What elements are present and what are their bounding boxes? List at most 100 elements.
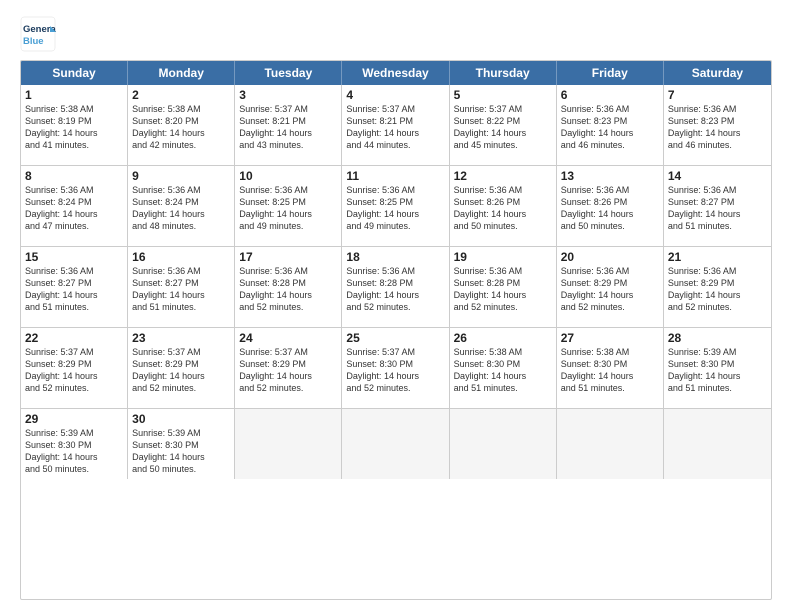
header: General Blue <box>20 16 772 52</box>
header-day-saturday: Saturday <box>664 61 771 85</box>
calendar-cell: 15Sunrise: 5:36 AM Sunset: 8:27 PM Dayli… <box>21 247 128 327</box>
day-number: 10 <box>239 169 337 183</box>
calendar-cell: 28Sunrise: 5:39 AM Sunset: 8:30 PM Dayli… <box>664 328 771 408</box>
calendar-cell: 11Sunrise: 5:36 AM Sunset: 8:25 PM Dayli… <box>342 166 449 246</box>
day-number: 18 <box>346 250 444 264</box>
calendar-cell: 13Sunrise: 5:36 AM Sunset: 8:26 PM Dayli… <box>557 166 664 246</box>
day-info: Sunrise: 5:37 AM Sunset: 8:21 PM Dayligh… <box>239 103 337 152</box>
calendar-cell: 21Sunrise: 5:36 AM Sunset: 8:29 PM Dayli… <box>664 247 771 327</box>
day-info: Sunrise: 5:38 AM Sunset: 8:20 PM Dayligh… <box>132 103 230 152</box>
day-info: Sunrise: 5:36 AM Sunset: 8:23 PM Dayligh… <box>668 103 767 152</box>
day-info: Sunrise: 5:36 AM Sunset: 8:24 PM Dayligh… <box>132 184 230 233</box>
day-number: 3 <box>239 88 337 102</box>
day-info: Sunrise: 5:36 AM Sunset: 8:27 PM Dayligh… <box>132 265 230 314</box>
day-number: 15 <box>25 250 123 264</box>
day-info: Sunrise: 5:37 AM Sunset: 8:21 PM Dayligh… <box>346 103 444 152</box>
day-number: 13 <box>561 169 659 183</box>
calendar-row-1: 1Sunrise: 5:38 AM Sunset: 8:19 PM Daylig… <box>21 85 771 166</box>
calendar-cell: 3Sunrise: 5:37 AM Sunset: 8:21 PM Daylig… <box>235 85 342 165</box>
day-info: Sunrise: 5:36 AM Sunset: 8:28 PM Dayligh… <box>454 265 552 314</box>
calendar-cell: 19Sunrise: 5:36 AM Sunset: 8:28 PM Dayli… <box>450 247 557 327</box>
calendar-cell: 27Sunrise: 5:38 AM Sunset: 8:30 PM Dayli… <box>557 328 664 408</box>
day-info: Sunrise: 5:38 AM Sunset: 8:30 PM Dayligh… <box>454 346 552 395</box>
day-info: Sunrise: 5:37 AM Sunset: 8:22 PM Dayligh… <box>454 103 552 152</box>
day-info: Sunrise: 5:37 AM Sunset: 8:29 PM Dayligh… <box>25 346 123 395</box>
day-number: 20 <box>561 250 659 264</box>
calendar-cell <box>235 409 342 479</box>
calendar-cell: 30Sunrise: 5:39 AM Sunset: 8:30 PM Dayli… <box>128 409 235 479</box>
header-day-sunday: Sunday <box>21 61 128 85</box>
calendar-cell: 9Sunrise: 5:36 AM Sunset: 8:24 PM Daylig… <box>128 166 235 246</box>
calendar-header: SundayMondayTuesdayWednesdayThursdayFrid… <box>21 61 771 85</box>
day-info: Sunrise: 5:39 AM Sunset: 8:30 PM Dayligh… <box>25 427 123 476</box>
day-number: 17 <box>239 250 337 264</box>
calendar-cell: 14Sunrise: 5:36 AM Sunset: 8:27 PM Dayli… <box>664 166 771 246</box>
logo: General Blue <box>20 16 56 52</box>
calendar-cell: 5Sunrise: 5:37 AM Sunset: 8:22 PM Daylig… <box>450 85 557 165</box>
day-number: 29 <box>25 412 123 426</box>
day-number: 24 <box>239 331 337 345</box>
header-day-monday: Monday <box>128 61 235 85</box>
day-info: Sunrise: 5:37 AM Sunset: 8:29 PM Dayligh… <box>132 346 230 395</box>
day-info: Sunrise: 5:36 AM Sunset: 8:27 PM Dayligh… <box>668 184 767 233</box>
day-info: Sunrise: 5:36 AM Sunset: 8:29 PM Dayligh… <box>668 265 767 314</box>
calendar-cell: 20Sunrise: 5:36 AM Sunset: 8:29 PM Dayli… <box>557 247 664 327</box>
day-number: 16 <box>132 250 230 264</box>
day-number: 12 <box>454 169 552 183</box>
day-info: Sunrise: 5:36 AM Sunset: 8:27 PM Dayligh… <box>25 265 123 314</box>
calendar-cell: 25Sunrise: 5:37 AM Sunset: 8:30 PM Dayli… <box>342 328 449 408</box>
day-number: 6 <box>561 88 659 102</box>
day-info: Sunrise: 5:36 AM Sunset: 8:28 PM Dayligh… <box>239 265 337 314</box>
header-day-thursday: Thursday <box>450 61 557 85</box>
calendar-body: 1Sunrise: 5:38 AM Sunset: 8:19 PM Daylig… <box>21 85 771 479</box>
calendar-row-3: 15Sunrise: 5:36 AM Sunset: 8:27 PM Dayli… <box>21 247 771 328</box>
day-info: Sunrise: 5:36 AM Sunset: 8:24 PM Dayligh… <box>25 184 123 233</box>
logo-svg: General Blue <box>20 16 56 52</box>
day-info: Sunrise: 5:39 AM Sunset: 8:30 PM Dayligh… <box>668 346 767 395</box>
day-info: Sunrise: 5:36 AM Sunset: 8:28 PM Dayligh… <box>346 265 444 314</box>
day-number: 7 <box>668 88 767 102</box>
svg-text:Blue: Blue <box>23 36 44 47</box>
day-number: 27 <box>561 331 659 345</box>
day-number: 28 <box>668 331 767 345</box>
day-number: 21 <box>668 250 767 264</box>
day-number: 19 <box>454 250 552 264</box>
day-info: Sunrise: 5:38 AM Sunset: 8:19 PM Dayligh… <box>25 103 123 152</box>
calendar-cell: 22Sunrise: 5:37 AM Sunset: 8:29 PM Dayli… <box>21 328 128 408</box>
calendar-cell: 12Sunrise: 5:36 AM Sunset: 8:26 PM Dayli… <box>450 166 557 246</box>
calendar-cell <box>557 409 664 479</box>
day-number: 14 <box>668 169 767 183</box>
day-number: 2 <box>132 88 230 102</box>
calendar-cell: 17Sunrise: 5:36 AM Sunset: 8:28 PM Dayli… <box>235 247 342 327</box>
day-info: Sunrise: 5:37 AM Sunset: 8:30 PM Dayligh… <box>346 346 444 395</box>
calendar: SundayMondayTuesdayWednesdayThursdayFrid… <box>20 60 772 600</box>
calendar-row-2: 8Sunrise: 5:36 AM Sunset: 8:24 PM Daylig… <box>21 166 771 247</box>
page: General Blue SundayMondayTuesdayWednesda… <box>0 0 792 612</box>
day-number: 8 <box>25 169 123 183</box>
calendar-cell: 16Sunrise: 5:36 AM Sunset: 8:27 PM Dayli… <box>128 247 235 327</box>
header-day-friday: Friday <box>557 61 664 85</box>
calendar-cell: 6Sunrise: 5:36 AM Sunset: 8:23 PM Daylig… <box>557 85 664 165</box>
day-number: 26 <box>454 331 552 345</box>
day-number: 9 <box>132 169 230 183</box>
day-number: 23 <box>132 331 230 345</box>
day-info: Sunrise: 5:36 AM Sunset: 8:26 PM Dayligh… <box>454 184 552 233</box>
calendar-cell: 2Sunrise: 5:38 AM Sunset: 8:20 PM Daylig… <box>128 85 235 165</box>
day-info: Sunrise: 5:36 AM Sunset: 8:25 PM Dayligh… <box>346 184 444 233</box>
day-number: 11 <box>346 169 444 183</box>
calendar-cell: 7Sunrise: 5:36 AM Sunset: 8:23 PM Daylig… <box>664 85 771 165</box>
calendar-cell <box>450 409 557 479</box>
day-number: 25 <box>346 331 444 345</box>
day-info: Sunrise: 5:37 AM Sunset: 8:29 PM Dayligh… <box>239 346 337 395</box>
day-info: Sunrise: 5:39 AM Sunset: 8:30 PM Dayligh… <box>132 427 230 476</box>
calendar-cell: 26Sunrise: 5:38 AM Sunset: 8:30 PM Dayli… <box>450 328 557 408</box>
day-number: 5 <box>454 88 552 102</box>
calendar-cell: 18Sunrise: 5:36 AM Sunset: 8:28 PM Dayli… <box>342 247 449 327</box>
day-info: Sunrise: 5:38 AM Sunset: 8:30 PM Dayligh… <box>561 346 659 395</box>
calendar-cell: 23Sunrise: 5:37 AM Sunset: 8:29 PM Dayli… <box>128 328 235 408</box>
day-info: Sunrise: 5:36 AM Sunset: 8:26 PM Dayligh… <box>561 184 659 233</box>
header-day-tuesday: Tuesday <box>235 61 342 85</box>
day-number: 22 <box>25 331 123 345</box>
day-info: Sunrise: 5:36 AM Sunset: 8:25 PM Dayligh… <box>239 184 337 233</box>
calendar-row-4: 22Sunrise: 5:37 AM Sunset: 8:29 PM Dayli… <box>21 328 771 409</box>
